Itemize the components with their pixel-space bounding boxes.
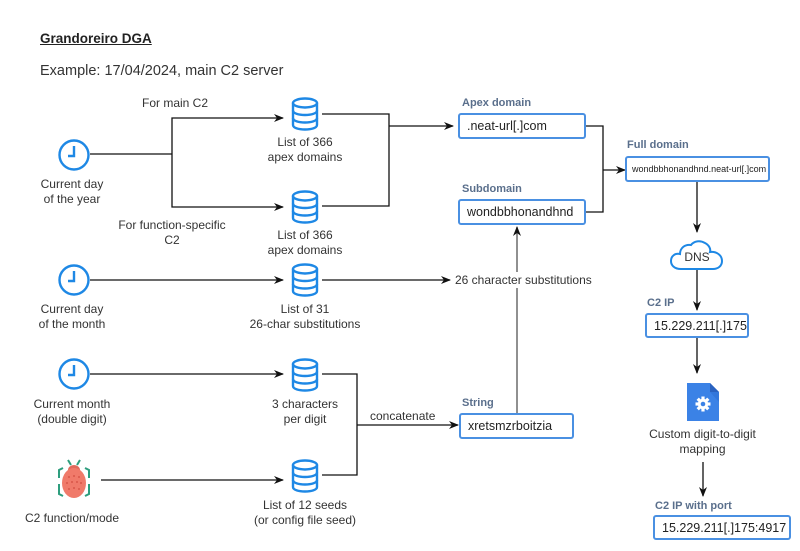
clock-icon [58, 139, 90, 171]
database-icon [291, 459, 319, 493]
database-icon [291, 263, 319, 297]
string-box: xretsmzrboitzia [459, 413, 574, 439]
apex-function-label: List of 366 apex domains [267, 228, 343, 257]
c2-ip-box: 15.229.211[.]175 [645, 313, 749, 338]
c2-ip-port-title: C2 IP with port [655, 500, 732, 512]
for-function-c2-label: For function-specific C2 [118, 218, 226, 247]
database-icon [291, 190, 319, 224]
c2-ip-port-value: 15.229.211[.]175:4917 [662, 520, 787, 535]
apex-main-label: List of 366 apex domains [267, 135, 343, 164]
c2-ip-port-box: 15.229.211[.]175:4917 [653, 515, 791, 540]
c2-ip-value: 15.229.211[.]175 [654, 318, 747, 333]
string-value: xretsmzrboitzia [468, 419, 553, 433]
string-title: String [462, 397, 494, 409]
mapping-label: Custom digit-to-digit mapping [649, 427, 756, 456]
clock-icon [58, 264, 90, 296]
full-domain-box: wondbbhonandhnd.neat-url[.]com [625, 156, 770, 182]
c2-ip-title: C2 IP [647, 297, 675, 309]
day-of-year-label: Current day of the year [40, 177, 104, 206]
settings-file-icon [687, 383, 719, 421]
apex-domain-title: Apex domain [462, 97, 532, 109]
dns-label: DNS [684, 250, 710, 264]
concatenate-label: concatenate [370, 409, 436, 423]
day-of-month-label: Current day of the month [38, 302, 106, 331]
for-main-c2-label: For main C2 [142, 96, 209, 110]
apex-domain-box: .neat-url[.]com [458, 113, 586, 139]
substitutions-label: List of 31 26-char substitutions [249, 302, 361, 331]
full-domain-value: wondbbhonandhnd.neat-url[.]com [632, 164, 767, 174]
full-domain-title: Full domain [627, 139, 689, 151]
database-icon [291, 358, 319, 392]
subdomain-title: Subdomain [462, 183, 522, 195]
database-icon [291, 97, 319, 131]
c2-mode-label: C2 function/mode [24, 511, 120, 525]
clock-icon [58, 358, 90, 390]
month-label: Current month (double digit) [33, 397, 111, 426]
chars-per-digit-label: 3 characters per digit [271, 397, 339, 426]
apex-domain-value: .neat-url[.]com [467, 119, 547, 133]
bug-icon [58, 459, 90, 498]
edge-apex-to-full [585, 125, 604, 213]
subdomain-box: wondbbhonandhnd [458, 199, 586, 225]
char-substitutions-label: 26 character substitutions [453, 273, 594, 287]
seeds-label: List of 12 seeds (or config file seed) [253, 498, 357, 527]
connector-lines [90, 113, 707, 497]
subdomain-value: wondbbhonandhnd [467, 205, 574, 219]
